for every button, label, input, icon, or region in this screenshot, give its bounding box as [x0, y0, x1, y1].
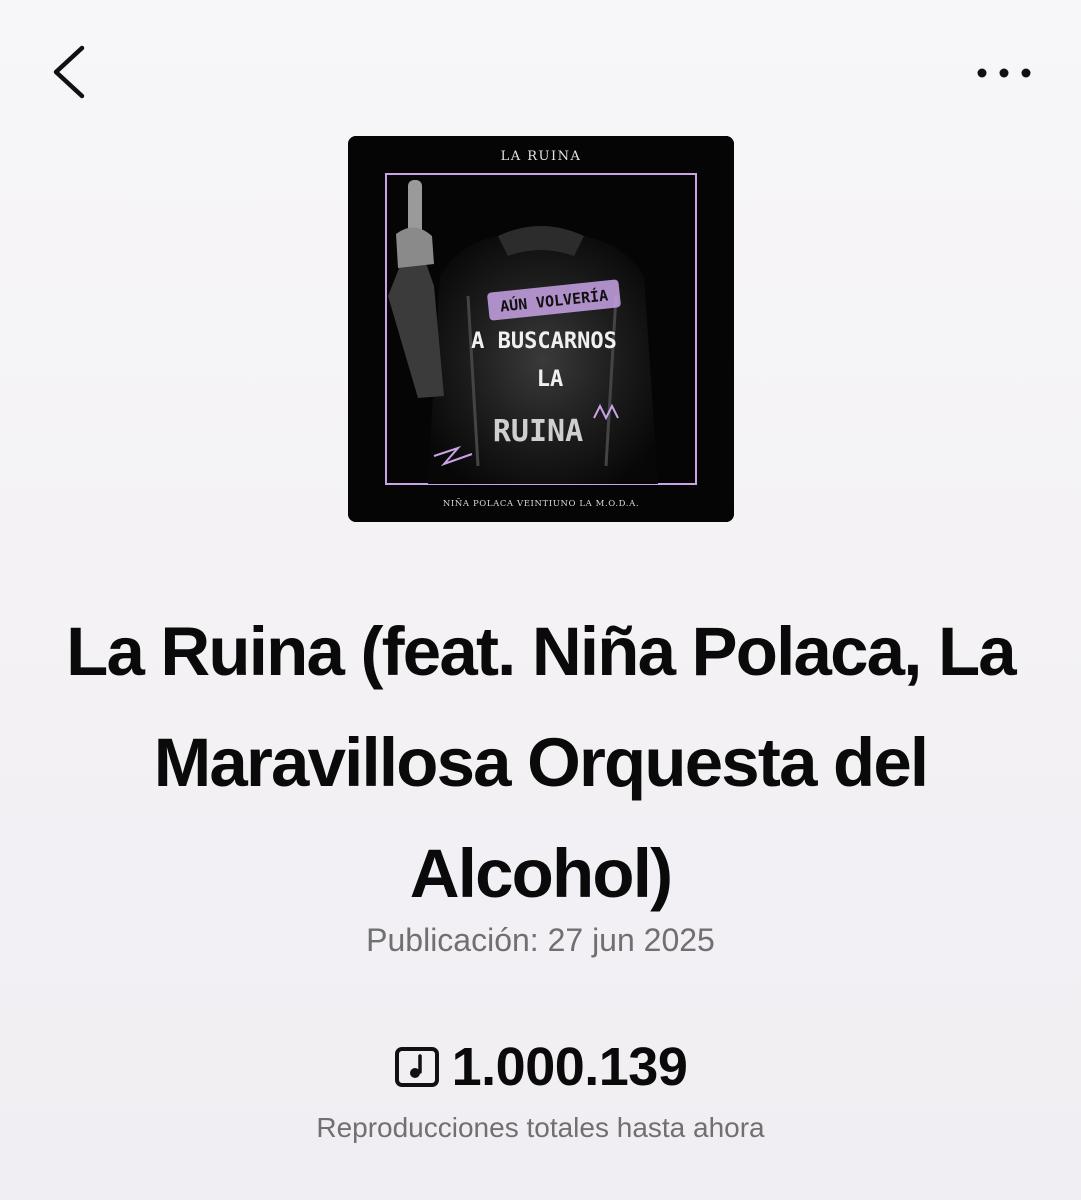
- cover-top-text: LA RUINA: [501, 149, 582, 164]
- album-cover-art: LA RUINA AÚN VOLVERÍA A BUSCARNOS LA RUI…: [348, 136, 734, 522]
- play-count: 1.000.139: [451, 1037, 688, 1097]
- more-options-button[interactable]: [968, 48, 1040, 98]
- chevron-left-icon: [53, 45, 85, 99]
- music-note-box-icon: [394, 1047, 439, 1087]
- cover-line-4: RUINA: [493, 414, 583, 449]
- cover-line-2: A BUSCARNOS: [471, 329, 617, 354]
- track-title: La Ruina (feat. Niña Polaca, La Maravill…: [66, 613, 1017, 912]
- play-count-caption: Reproducciones totales hasta ahora: [316, 1112, 765, 1143]
- release-date: Publicación: 27 jun 2025: [366, 922, 715, 958]
- album-cover: LA RUINA AÚN VOLVERÍA A BUSCARNOS LA RUI…: [348, 136, 734, 522]
- cover-line-3: LA: [537, 367, 564, 392]
- play-count-row: 1.000.139: [0, 1032, 1081, 1102]
- back-button[interactable]: [44, 40, 100, 104]
- cover-bottom-text: NIÑA POLACA VEINTIUNO LA M.O.D.A.: [443, 497, 639, 509]
- ellipsis-horizontal-icon: [977, 68, 1031, 78]
